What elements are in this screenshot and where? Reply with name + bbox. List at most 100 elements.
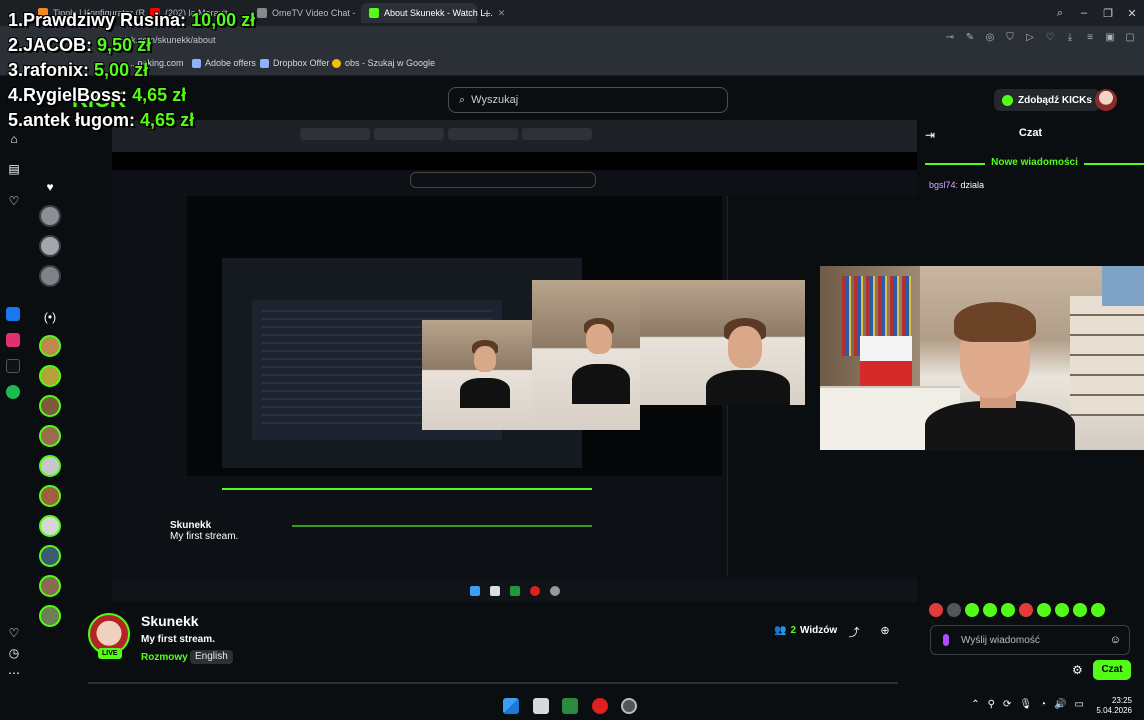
live-channel-avatar[interactable] [39, 485, 61, 507]
extension-icon[interactable]: ⊸ [944, 32, 956, 44]
instagram-icon[interactable] [6, 333, 20, 347]
bookmark-label: obs - Szukaj w Google [345, 58, 436, 68]
sidebar-icon[interactable]: ▢ [1124, 32, 1136, 44]
live-channel-avatar[interactable] [39, 575, 61, 597]
tab-label: About Skunekk - Watch L... [384, 8, 493, 18]
chat-input-placeholder: Wyślij wiadomość [961, 634, 1040, 646]
close-tab-icon[interactable]: ✕ [498, 8, 506, 19]
battery-icon[interactable]: ▭ [1075, 699, 1084, 710]
search-input[interactable]: ⌕ Wyszukaj [448, 87, 728, 113]
play-icon[interactable]: ▷ [1024, 32, 1036, 44]
chat-username[interactable]: bgsl74: [929, 180, 958, 190]
search-tabs-icon[interactable]: ⌕ [1048, 7, 1072, 20]
add-friend-icon[interactable]: ⊕ [878, 624, 892, 638]
spotify-icon[interactable] [6, 385, 20, 399]
emote-icon[interactable] [983, 603, 997, 617]
facebook-icon[interactable] [6, 307, 20, 321]
live-channel-avatar[interactable] [39, 335, 61, 357]
camera-icon[interactable]: ◎ [984, 32, 996, 44]
share-icon[interactable]: ⤴ [847, 624, 861, 639]
browser-tab-3[interactable]: OmeTV Video Chat - [249, 3, 359, 23]
get-kicks-button[interactable]: Zdobądź KICKs [994, 89, 1100, 111]
followed-channel-avatar[interactable] [39, 235, 61, 257]
bookmark-item[interactable]: obs - Szukaj w Google [332, 58, 435, 68]
tiktok-icon[interactable] [6, 359, 20, 373]
store-icon[interactable] [533, 698, 549, 714]
download-icon[interactable]: ⤓ [1064, 32, 1076, 44]
kick-page: KICK ⌕ Wyszukaj Zdobądź KICKs ⌂ ▤ ♡ ♡ ◷ … [0, 77, 1144, 690]
emoji-icon[interactable]: ☺ [1110, 634, 1121, 646]
video-player[interactable]: Skunekk My first stream. [112, 120, 917, 602]
channel-name[interactable]: Skunekk [141, 613, 199, 629]
wifi-icon[interactable]: ◔ [1040, 699, 1046, 710]
network-icon[interactable]: ⚲ [988, 699, 995, 710]
new-tab-button[interactable]: + [483, 5, 491, 21]
viewers-icon: 👥 [774, 625, 787, 636]
live-channel-avatar[interactable] [39, 605, 61, 627]
history-icon[interactable]: ◷ [6, 645, 22, 661]
emote-icon[interactable] [929, 603, 943, 617]
address-bar-icons: ⊸ ✎ ◎ ⛉ ▷ ♡ ⤓ ≡ ▣ ▢ [944, 32, 1136, 44]
language-tag[interactable]: English [190, 650, 233, 664]
bookmark-icon [260, 58, 269, 68]
shield-icon[interactable]: ⛉ [1004, 32, 1016, 44]
following-icon[interactable]: ♡ [6, 193, 22, 209]
search-placeholder: Wyszukaj [471, 94, 519, 106]
windows-taskbar: ⌃ ⚲ ⟳ 🎙 ◔ 🔊 ▭ 23:25 5.04.2026 [0, 690, 1144, 720]
nvidia-icon[interactable] [562, 698, 578, 714]
live-icon: (•) [43, 310, 57, 324]
send-chat-button[interactable]: Czat [1093, 660, 1131, 680]
close-window-button[interactable]: ✕ [1120, 7, 1144, 20]
maximize-button[interactable]: ❐ [1096, 7, 1120, 20]
microphone-icon[interactable] [943, 634, 949, 646]
chat-input[interactable]: Wyślij wiadomość ☺ [930, 625, 1130, 655]
live-channel-avatar[interactable] [39, 515, 61, 537]
menu-icon[interactable]: ≡ [1084, 32, 1096, 44]
live-channel-avatar[interactable] [39, 455, 61, 477]
chat-text: dziala [960, 180, 985, 190]
leaderboard-row: 4.RygielBoss: 4,65 zł [8, 85, 187, 105]
browser-tab-4[interactable]: About Skunekk - Watch L... ✕ [361, 3, 505, 23]
nested-channel-name: Skunekk [170, 520, 212, 531]
edit-icon[interactable]: ✎ [964, 32, 976, 44]
new-messages-divider[interactable]: Nowe wiadomości [925, 157, 1144, 168]
live-channel-avatar[interactable] [39, 545, 61, 567]
emote-icon[interactable] [1073, 603, 1087, 617]
chat-message: bgsl74: dziala [929, 180, 984, 190]
emote-icon[interactable] [1019, 603, 1033, 617]
system-clock[interactable]: 23:25 5.04.2026 [1096, 696, 1132, 716]
nested-kick-page: Skunekk My first stream. [112, 170, 917, 602]
leaderboard-row: 5.antek ługom: 4,65 zł [8, 110, 195, 130]
sync-icon[interactable]: ⟳ [1003, 699, 1011, 710]
more-icon[interactable]: ⋯ [6, 665, 22, 681]
page-scrollbar[interactable] [88, 682, 898, 684]
wallet-icon[interactable]: ▣ [1104, 32, 1116, 44]
gear-icon[interactable]: ⚙ [1072, 663, 1083, 677]
browse-icon[interactable]: ▤ [6, 161, 22, 177]
followed-channel-avatar[interactable] [39, 205, 61, 227]
live-channel-avatar[interactable] [39, 425, 61, 447]
live-channel-avatar[interactable] [39, 365, 61, 387]
emote-icon[interactable] [1055, 603, 1069, 617]
heart-icon[interactable]: ♡ [6, 625, 22, 641]
category-link[interactable]: Rozmowy [141, 652, 188, 663]
minimize-button[interactable]: – [1072, 7, 1096, 19]
volume-icon[interactable]: 🔊 [1054, 699, 1066, 710]
user-avatar[interactable] [1095, 89, 1117, 111]
channel-info: LIVE Skunekk My first stream. Rozmowy En… [88, 611, 908, 671]
emote-icon[interactable] [1001, 603, 1015, 617]
emote-icon[interactable] [1037, 603, 1051, 617]
followed-channel-avatar[interactable] [39, 265, 61, 287]
heart-icon[interactable]: ♡ [1044, 32, 1056, 44]
home-icon[interactable]: ⌂ [6, 131, 22, 147]
microphone-icon[interactable]: 🎙 [1019, 699, 1032, 710]
windows-start-icon[interactable] [503, 698, 519, 714]
emote-icon[interactable] [1091, 603, 1105, 617]
emote-icon[interactable] [965, 603, 979, 617]
chevron-up-icon[interactable]: ⌃ [971, 699, 979, 710]
emote-icon[interactable] [947, 603, 961, 617]
live-channel-avatar[interactable] [39, 395, 61, 417]
bookmark-item[interactable]: Dropbox Offer [260, 58, 329, 68]
opera-icon[interactable] [592, 698, 608, 714]
obs-icon[interactable] [621, 698, 637, 714]
